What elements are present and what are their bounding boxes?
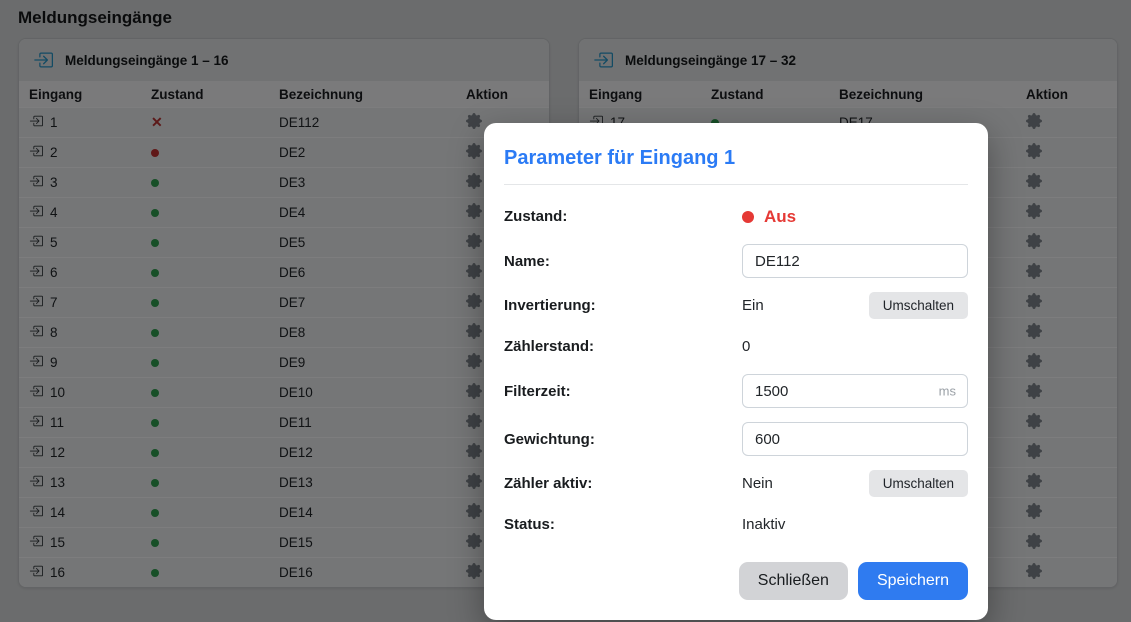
gewichtung-input[interactable] bbox=[742, 422, 968, 456]
field-name: Name: bbox=[504, 244, 968, 278]
zustand-value: Aus bbox=[764, 207, 796, 227]
invertierung-value: Ein bbox=[742, 297, 764, 314]
invertierung-toggle-button[interactable]: Umschalten bbox=[869, 292, 968, 319]
field-filterzeit: Filterzeit: ms bbox=[504, 374, 968, 408]
field-zustand: Zustand: Aus bbox=[504, 203, 968, 230]
close-button[interactable]: Schließen bbox=[739, 562, 848, 600]
field-gewichtung: Gewichtung: bbox=[504, 422, 968, 456]
zaehler-aktiv-toggle-button[interactable]: Umschalten bbox=[869, 470, 968, 497]
field-zaehlerstand: Zählerstand: 0 bbox=[504, 333, 968, 360]
filterzeit-input[interactable] bbox=[742, 374, 968, 408]
zaehler-aktiv-value: Nein bbox=[742, 475, 773, 492]
status-label: Status: bbox=[504, 516, 742, 533]
field-invertierung: Invertierung: Ein Umschalten bbox=[504, 292, 968, 319]
dialog-footer: Schließen Speichern bbox=[504, 562, 968, 600]
zaehler-aktiv-label: Zähler aktiv: bbox=[504, 475, 742, 492]
zaehlerstand-value: 0 bbox=[742, 338, 968, 355]
name-label: Name: bbox=[504, 253, 742, 270]
name-input[interactable] bbox=[742, 244, 968, 278]
invertierung-label: Invertierung: bbox=[504, 297, 742, 314]
save-button[interactable]: Speichern bbox=[858, 562, 968, 600]
field-status: Status: Inaktiv bbox=[504, 511, 968, 538]
zaehlerstand-label: Zählerstand: bbox=[504, 338, 742, 355]
filterzeit-label: Filterzeit: bbox=[504, 383, 742, 400]
divider bbox=[504, 184, 968, 185]
zustand-label: Zustand: bbox=[504, 208, 742, 225]
gewichtung-label: Gewichtung: bbox=[504, 431, 742, 448]
dialog-title: Parameter für Eingang 1 bbox=[504, 147, 968, 170]
parameter-dialog: Parameter für Eingang 1 Zustand: Aus Nam… bbox=[484, 123, 988, 620]
field-zaehler-aktiv: Zähler aktiv: Nein Umschalten bbox=[504, 470, 968, 497]
status-value: Inaktiv bbox=[742, 516, 968, 533]
state-off-dot-icon bbox=[742, 211, 754, 223]
